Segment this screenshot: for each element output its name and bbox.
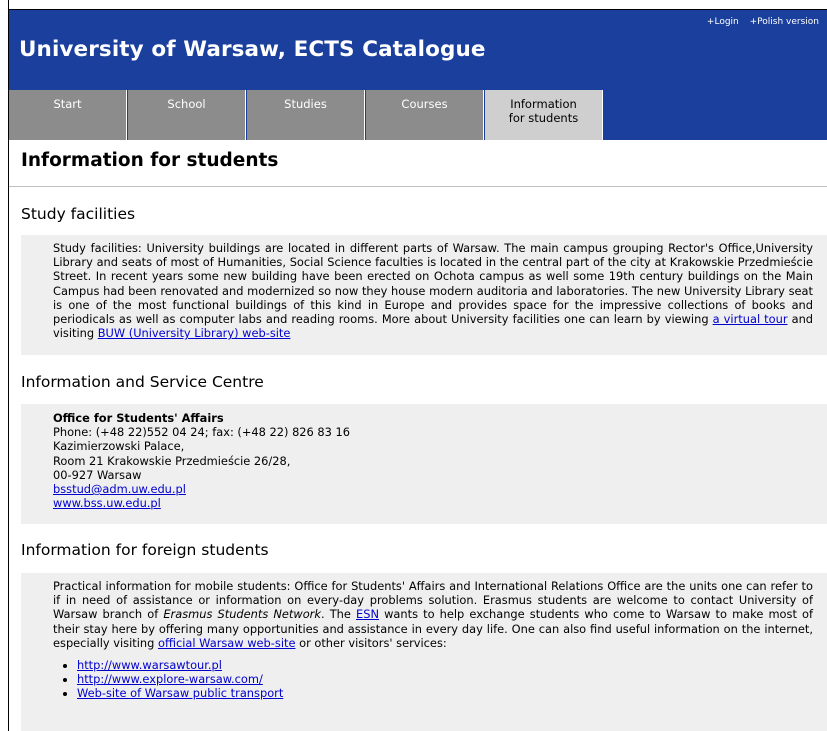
service-box: Office for Students' Affairs Phone: (+48… [21, 404, 827, 524]
list-item: http://www.warsawtour.pl [77, 658, 813, 672]
polish-version-link[interactable]: +Polish version [750, 17, 819, 27]
tab-studies[interactable]: Studies [247, 90, 365, 140]
buw-link[interactable]: BUW (University Library) web-site [98, 326, 291, 340]
visitor-links-list: http://www.warsawtour.pl http://www.expl… [53, 658, 813, 700]
login-link[interactable]: +Login [707, 17, 739, 27]
warsawtour-link[interactable]: http://www.warsawtour.pl [77, 658, 222, 672]
office-addr1: Kazimierzowski Palace, [53, 439, 185, 454]
office-email-link[interactable]: bsstud@adm.uw.edu.pl [53, 482, 186, 496]
facilities-text: Study facilities: University buildings a… [53, 241, 813, 327]
tab-information-for-students[interactable]: Information for students [485, 90, 603, 140]
office-name: Office for Students' Affairs [53, 411, 224, 425]
facilities-box: Study facilities: University buildings a… [21, 235, 827, 355]
tab-school[interactable]: School [128, 90, 246, 140]
official-warsaw-link[interactable]: official Warsaw web-site [158, 636, 295, 650]
foreign-text-4: or other visitors' services: [299, 635, 447, 650]
list-item: http://www.explore-warsaw.com/ [77, 672, 813, 686]
title-divider [9, 186, 827, 187]
site-title: University of Warsaw, ECTS Catalogue [19, 37, 486, 62]
explore-warsaw-link[interactable]: http://www.explore-warsaw.com/ [77, 672, 263, 686]
tab-courses[interactable]: Courses [366, 90, 484, 140]
section-title-service: Information and Service Centre [21, 373, 264, 391]
section-title-foreign: Information for foreign students [21, 541, 269, 559]
office-addr2: Room 21 Krakowskie Przedmieście 26/28, [53, 453, 291, 468]
top-links: +Login +Polish version [699, 17, 819, 27]
foreign-text-2: . The [320, 607, 351, 622]
tab-start[interactable]: Start [9, 90, 127, 140]
office-web-link[interactable]: www.bss.uw.edu.pl [53, 496, 161, 510]
foreign-box: Practical information for mobile student… [21, 573, 827, 731]
esn-link[interactable]: ESN [356, 607, 379, 621]
site-header: +Login +Polish version University of War… [9, 9, 827, 90]
esn-full-name: Erasmus Students Network [163, 607, 321, 622]
virtual-tour-link[interactable]: a virtual tour [713, 312, 788, 326]
main-nav: Start School Studies Courses Information… [9, 90, 827, 140]
list-item: Web-site of Warsaw public transport [77, 686, 813, 700]
office-phone: Phone: (+48 22)552 04 24; fax: (+48 22) … [53, 425, 351, 440]
page-title: Information for students [21, 150, 279, 171]
section-title-facilities: Study facilities [21, 205, 136, 223]
public-transport-link[interactable]: Web-site of Warsaw public transport [77, 686, 283, 700]
office-addr3: 00-927 Warsaw [53, 467, 142, 482]
